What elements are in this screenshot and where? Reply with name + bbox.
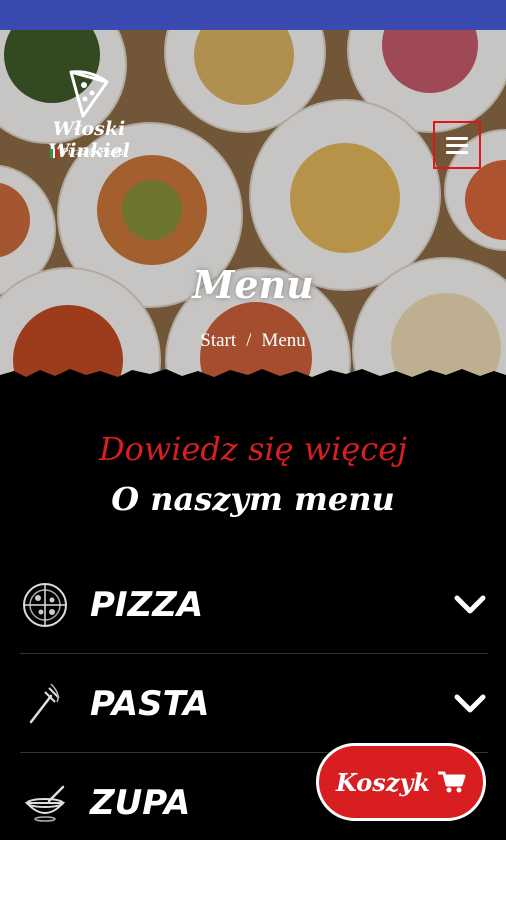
accordion-label: PIZZA bbox=[90, 584, 204, 625]
hero-banner: Włoski Winkiel Pizza & Pasta Menu Start /… bbox=[0, 30, 506, 390]
breadcrumb: Start / Menu bbox=[0, 330, 506, 352]
pizza-icon bbox=[20, 580, 70, 630]
accordion-item-pizza[interactable]: PIZZA bbox=[20, 556, 488, 654]
cart-button[interactable]: Koszyk bbox=[316, 743, 486, 821]
accordion-label: PASTA bbox=[90, 683, 210, 724]
section-heading: O naszym menu bbox=[111, 480, 395, 518]
cart-button-label: Koszyk bbox=[335, 767, 431, 797]
soup-bowl-icon bbox=[20, 778, 70, 828]
italian-flag-icon bbox=[50, 149, 59, 158]
breadcrumb-home-link[interactable]: Start bbox=[200, 330, 236, 351]
brand-tagline: Pizza & Pasta bbox=[62, 148, 125, 158]
breadcrumb-current: Menu bbox=[261, 330, 306, 351]
brand-logo[interactable]: Włoski Winkiel Pizza & Pasta bbox=[14, 68, 164, 168]
chevron-down-icon[interactable] bbox=[452, 686, 488, 722]
status-bar bbox=[0, 0, 506, 30]
chevron-down-icon[interactable] bbox=[452, 587, 488, 623]
bottom-bar bbox=[0, 840, 506, 900]
fork-pasta-icon bbox=[20, 679, 70, 729]
accordion-item-pasta[interactable]: PASTA bbox=[20, 655, 488, 753]
pizza-slice-icon bbox=[69, 70, 109, 118]
page-title: Menu bbox=[192, 262, 314, 307]
hamburger-menu-button[interactable] bbox=[433, 121, 481, 169]
hamburger-icon bbox=[446, 136, 468, 140]
section-kicker: Dowiedz się więcej bbox=[98, 430, 408, 468]
breadcrumb-separator: / bbox=[246, 330, 252, 351]
cart-icon bbox=[438, 771, 466, 793]
